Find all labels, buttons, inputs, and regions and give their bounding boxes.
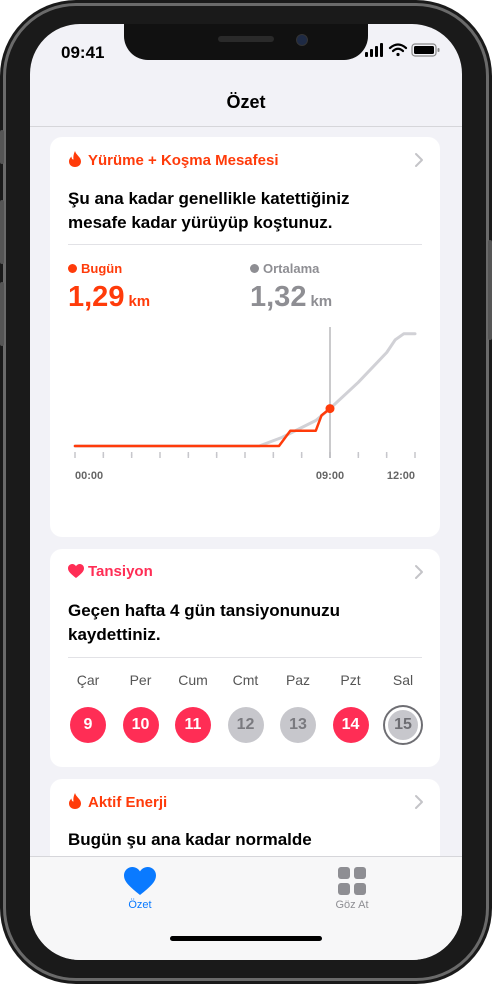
speaker — [218, 36, 274, 42]
day-circle-recorded: 10 — [122, 707, 159, 743]
tab-browse-label: Göz At — [335, 899, 369, 911]
average-unit: km — [310, 293, 333, 310]
day-circle-recorded: 11 — [175, 707, 211, 743]
today-label: Bugün — [81, 261, 123, 276]
card-title: Tansiyon — [88, 563, 153, 580]
status-icons — [365, 42, 445, 63]
blood-pressure-card[interactable]: Tansiyon Geçen hafta 4 gün tansiyonunuzu… — [50, 549, 440, 767]
today-current-point — [325, 404, 335, 414]
card-divider — [68, 244, 422, 245]
weekday-label: Sal — [392, 672, 414, 688]
flame-icon — [68, 793, 84, 813]
card-description: Şu ana kadar genellikle katettiğiniz mes… — [68, 187, 422, 235]
wifi-icon — [388, 43, 408, 57]
tab-summary[interactable]: Özet — [100, 857, 180, 917]
chevron-right-icon[interactable] — [414, 564, 424, 580]
card-header: Aktif Enerji — [68, 793, 167, 813]
weekday-label: Cmt — [232, 672, 259, 688]
tab-summary-label: Özet — [128, 899, 152, 911]
description-line-1: Geçen hafta 4 gün tansiyonunuzu — [68, 601, 341, 620]
weekday-label: Paz — [285, 672, 311, 688]
average-value: 1,32 km — [250, 281, 332, 314]
camera — [296, 34, 308, 46]
legend-average: Ortalama — [250, 261, 319, 276]
walking-running-distance-card[interactable]: Yürüme + Koşma Mesafesi Şu ana kadar gen… — [50, 137, 440, 537]
side-button-right — [488, 240, 492, 340]
average-label: Ortalama — [263, 261, 320, 276]
day-circle-recorded: 9 — [70, 707, 106, 743]
grid-icon — [338, 867, 366, 895]
x-tick-label: 00:00 — [75, 470, 103, 482]
legend-today: Bugün — [68, 261, 122, 276]
notch — [124, 24, 368, 60]
today-unit: km — [128, 293, 151, 310]
average-number: 1,32 — [250, 281, 307, 313]
card-header: Yürüme + Koşma Mesafesi — [68, 151, 279, 171]
day-circle-empty: 12 — [227, 707, 264, 743]
heart-icon — [124, 867, 156, 895]
today-number: 1,29 — [68, 281, 125, 313]
today-value: 1,29 km — [68, 281, 150, 314]
day-circle-today: 15 — [385, 707, 421, 743]
weekday-label: Per — [129, 672, 152, 688]
side-button-left-1 — [0, 130, 4, 164]
side-button-left-2 — [0, 200, 4, 264]
tab-browse[interactable]: Göz At — [312, 857, 392, 917]
side-button-left-3 — [0, 282, 4, 346]
x-minor-tick — [272, 454, 275, 456]
flame-icon — [68, 151, 84, 171]
card-title: Yürüme + Koşma Mesafesi — [88, 152, 279, 169]
today-series-line — [73, 407, 332, 448]
signal-icon — [365, 43, 383, 57]
description-line-2: mesafe kadar yürüyüp koştunuz. — [68, 213, 333, 232]
status-time: 09:41 — [61, 43, 105, 62]
screen: 09:41 Özet Yürüme + Koşma Mesafesi Şu an… — [30, 24, 462, 960]
description-line-1: Şu ana kadar genellikle katettiğiniz — [68, 189, 350, 208]
x-minor-tick — [215, 454, 218, 456]
day-circle-recorded: 14 — [332, 707, 369, 743]
weekday-label: Çar — [76, 672, 100, 688]
x-tick-label: 09:00 — [316, 470, 344, 482]
tab-bar: Özet Göz At — [30, 856, 462, 960]
heart-icon — [68, 564, 84, 582]
description-line-2: kaydettiniz. — [68, 625, 161, 644]
distance-chart: 00:00 09:00 12:00 — [73, 327, 417, 482]
chevron-right-icon[interactable] — [414, 794, 424, 810]
card-divider — [68, 657, 422, 658]
x-minor-tick — [300, 454, 303, 456]
page-title: Özet — [226, 92, 266, 112]
weekday-label: Pzt — [340, 672, 361, 688]
card-header: Tansiyon — [68, 563, 153, 582]
nav-divider — [30, 126, 462, 127]
day-circle-empty: 13 — [280, 707, 316, 743]
home-indicator[interactable] — [170, 936, 322, 941]
card-title: Aktif Enerji — [88, 794, 168, 811]
card-description: Bugün şu ana kadar normalde — [68, 828, 422, 852]
chevron-right-icon[interactable] — [414, 152, 424, 168]
x-minor-tick — [102, 454, 105, 456]
x-minor-tick — [130, 454, 133, 456]
description-line-1: Bugün şu ana kadar normalde — [68, 830, 312, 849]
average-series-line — [73, 332, 417, 448]
average-dot — [250, 264, 259, 273]
today-dot — [68, 264, 77, 273]
x-minor-tick — [385, 454, 388, 456]
x-tick-label: 12:00 — [387, 470, 415, 482]
card-description: Geçen hafta 4 gün tansiyonunuzu kaydetti… — [68, 599, 422, 647]
weekday-label: Cum — [178, 672, 208, 688]
x-minor-tick — [357, 454, 360, 456]
battery-icon — [411, 43, 440, 57]
x-minor-tick — [187, 454, 190, 456]
